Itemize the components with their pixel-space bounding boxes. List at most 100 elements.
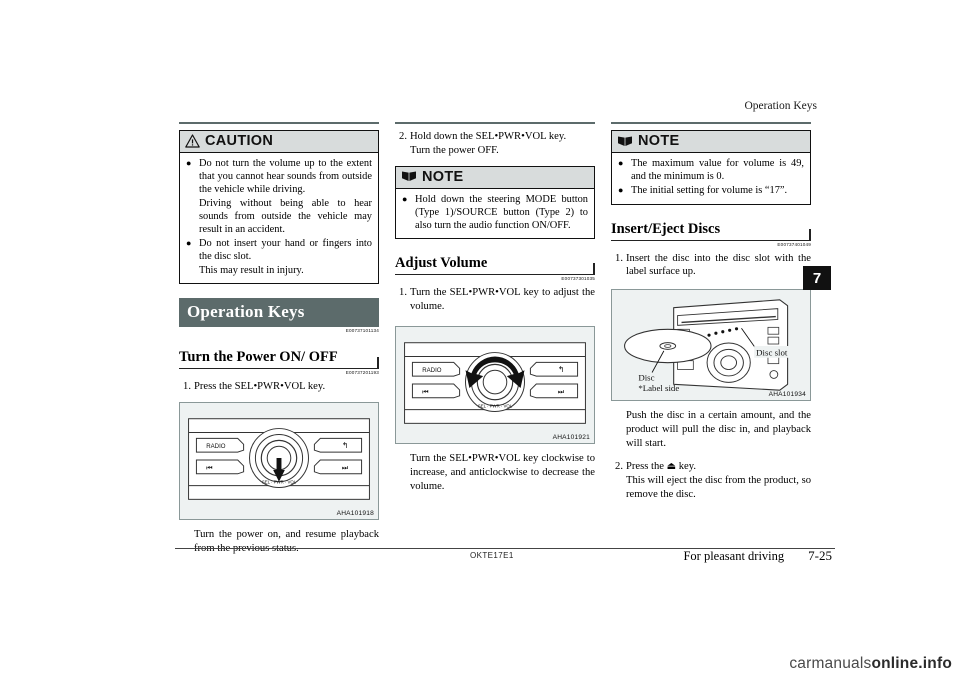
svg-text:⏮: ⏮ <box>422 389 428 396</box>
note-bullet-line: The initial setting for volume is “17”. <box>631 185 788 197</box>
figure-id: AHA101921 <box>552 433 590 441</box>
step-line: Turn the power OFF. <box>410 144 499 156</box>
note-bullet-line: The maximum value for volume is 49, and … <box>631 158 804 183</box>
figure-head-unit-rotate: RADIO ⏮ ↰ ⏭ SEL · PWR · VOL AHA101921 <box>395 325 595 444</box>
step-line: Press the SEL•PWR•VOL key. <box>194 380 326 392</box>
footer-chapter-title: For pleasant driving <box>683 549 785 563</box>
section-refcode-insert-eject: E00737401049 <box>777 241 811 247</box>
footer-doc-code: OKTE17E1 <box>470 551 514 560</box>
caution-bullet: ● Do not turn the volume up to the exten… <box>186 157 372 236</box>
svg-text:⏭: ⏭ <box>342 464 348 471</box>
caution-bullet-line: Do not turn the volume up to the extent … <box>199 158 372 196</box>
step-line: Insert the disc into the disc slot with … <box>626 252 811 278</box>
figure-head-unit-press: RADIO ⏮ ↰ ⏭ SEL · PWR · VOL AHA101918 <box>179 401 379 520</box>
svg-text:⏮: ⏮ <box>206 464 212 471</box>
svg-text:SEL · PWR · VOL: SEL · PWR · VOL <box>478 403 513 408</box>
eject-pre-text: Press the <box>626 461 667 473</box>
caution-header: CAUTION <box>180 131 378 153</box>
figure-id: AHA101934 <box>768 391 806 399</box>
caution-bullet: ● Do not insert your hand or fingers int… <box>186 237 372 277</box>
section-banner-operation-keys: Operation Keys <box>179 297 379 327</box>
caution-bullet-line: Driving without being able to hear sound… <box>199 197 372 236</box>
step-item: 2. Hold down the SEL•PWR•VOL key. Turn t… <box>395 130 595 158</box>
three-column-body: CAUTION ● Do not turn the volume up to t… <box>175 122 835 562</box>
caution-title: CAUTION <box>205 133 274 149</box>
note-bullet: ● Hold down the steering MODE button (Ty… <box>402 193 588 233</box>
footer-page-number: 7-25 <box>808 548 832 563</box>
svg-text:Disc: Disc <box>638 372 654 382</box>
step-item: 1. Press the SEL•PWR•VOL key. <box>179 380 379 394</box>
figure-disc-insert: Disc slot Disc *Label side AHA101934 <box>611 289 811 402</box>
note-body: ● Hold down the steering MODE button (Ty… <box>396 189 594 239</box>
banner-refcode: E00737101134 <box>345 327 379 333</box>
step-line-eject: Press the ⏏ key. <box>626 460 811 474</box>
bullet-dot-icon: ● <box>618 158 624 168</box>
step-line: This will eject the disc from the produc… <box>626 474 811 500</box>
svg-text:Disc slot: Disc slot <box>756 347 788 357</box>
note-title: NOTE <box>422 168 464 185</box>
note-bullet: ● The maximum value for volume is 49, an… <box>618 157 804 183</box>
svg-text:↰: ↰ <box>558 365 565 374</box>
page-footer: OKTE17E1 For pleasant driving 7-25 <box>175 548 835 568</box>
step-number: 2. <box>399 131 407 142</box>
footer-right-group: For pleasant driving 7-25 <box>683 548 832 564</box>
figure-id: AHA101918 <box>336 509 374 517</box>
step-number: 1. <box>615 252 623 264</box>
section-refcode-power: E00737201193 <box>345 369 379 375</box>
site-watermark: carmanualsonline.info <box>789 655 952 673</box>
column-right: NOTE ● The maximum value for volume is 4… <box>611 122 811 503</box>
caution-body: ● Do not turn the volume up to the exten… <box>180 153 378 283</box>
bullet-dot-icon: ● <box>186 238 192 249</box>
note-book-icon <box>617 135 633 148</box>
section-heading-insert-eject: Insert/Eject Discs <box>611 221 811 241</box>
column-rule-right <box>611 122 811 124</box>
step-item: 1. Insert the disc into the disc slot wi… <box>611 252 811 280</box>
svg-text:SEL · PWR · VOL: SEL · PWR · VOL <box>262 479 297 484</box>
figure-caption-middle: Turn the SEL•PWR•VOL key clockwise to in… <box>410 452 595 492</box>
disc-push-paragraph: Push the disc in a certain amount, and t… <box>626 410 811 450</box>
step-item: 1. Turn the SEL•PWR•VOL key to adjust th… <box>395 286 595 314</box>
step-number: 1. <box>183 380 191 392</box>
step-line: Turn the SEL•PWR•VOL key to adjust the v… <box>410 287 595 312</box>
warning-triangle-icon <box>185 134 200 148</box>
eject-icon: ⏏ <box>666 461 677 473</box>
svg-text:⏭: ⏭ <box>558 389 564 396</box>
column-rule-left <box>179 122 379 124</box>
section-heading-adjust-volume: Adjust Volume <box>395 255 595 276</box>
bullet-dot-icon: ● <box>186 158 192 168</box>
column-left: CAUTION ● Do not turn the volume up to t… <box>179 122 379 556</box>
column-middle: 2. Hold down the SEL•PWR•VOL key. Turn t… <box>395 122 595 494</box>
note-title: NOTE <box>638 133 680 149</box>
svg-text:*Label side: *Label side <box>638 383 679 393</box>
caution-bullet-line: Do not insert your hand or fingers into … <box>199 238 372 263</box>
caution-bullet-line: This may result in injury. <box>199 264 304 276</box>
note-body: ● The maximum value for volume is 49, an… <box>612 153 810 204</box>
svg-text:RADIO: RADIO <box>422 367 442 374</box>
eject-post-text: key. <box>676 461 696 473</box>
step-item: 2. Press the ⏏ key. This will eject the … <box>611 460 811 501</box>
running-header: Operation Keys <box>744 100 818 112</box>
step-number: 2. <box>615 461 623 473</box>
step-number: 1. <box>399 287 407 299</box>
svg-text:↰: ↰ <box>342 441 349 450</box>
note-header: NOTE <box>396 166 594 189</box>
section-heading-power: Turn the Power ON/ OFF <box>179 349 379 369</box>
watermark-suffix: online.info <box>871 655 952 672</box>
note-book-icon <box>401 170 417 183</box>
column-rule-middle <box>395 122 595 124</box>
note-bullet-line: Hold down the steering MODE button (Type… <box>415 193 588 231</box>
note-bullet: ● The initial setting for volume is “17”… <box>618 184 804 197</box>
note-box-steering: NOTE ● Hold down the steering MODE butto… <box>395 165 595 240</box>
chapter-thumb-tab: 7 <box>803 266 831 290</box>
bullet-dot-icon: ● <box>402 193 408 204</box>
step-line: Hold down the SEL•PWR•VOL key. <box>410 131 567 142</box>
bullet-dot-icon: ● <box>618 185 624 196</box>
watermark-prefix: carmanuals <box>789 655 872 672</box>
page-sheet: Operation Keys CAUTION ● Do not turn the… <box>175 100 835 575</box>
note-header: NOTE <box>612 131 810 153</box>
manual-page: Operation Keys CAUTION ● Do not turn the… <box>0 0 960 679</box>
section-refcode-adjust-volume: E00737301035 <box>561 276 595 282</box>
svg-text:RADIO: RADIO <box>206 443 226 450</box>
caution-box: CAUTION ● Do not turn the volume up to t… <box>179 130 379 284</box>
note-box-volume-range: NOTE ● The maximum value for volume is 4… <box>611 130 811 205</box>
